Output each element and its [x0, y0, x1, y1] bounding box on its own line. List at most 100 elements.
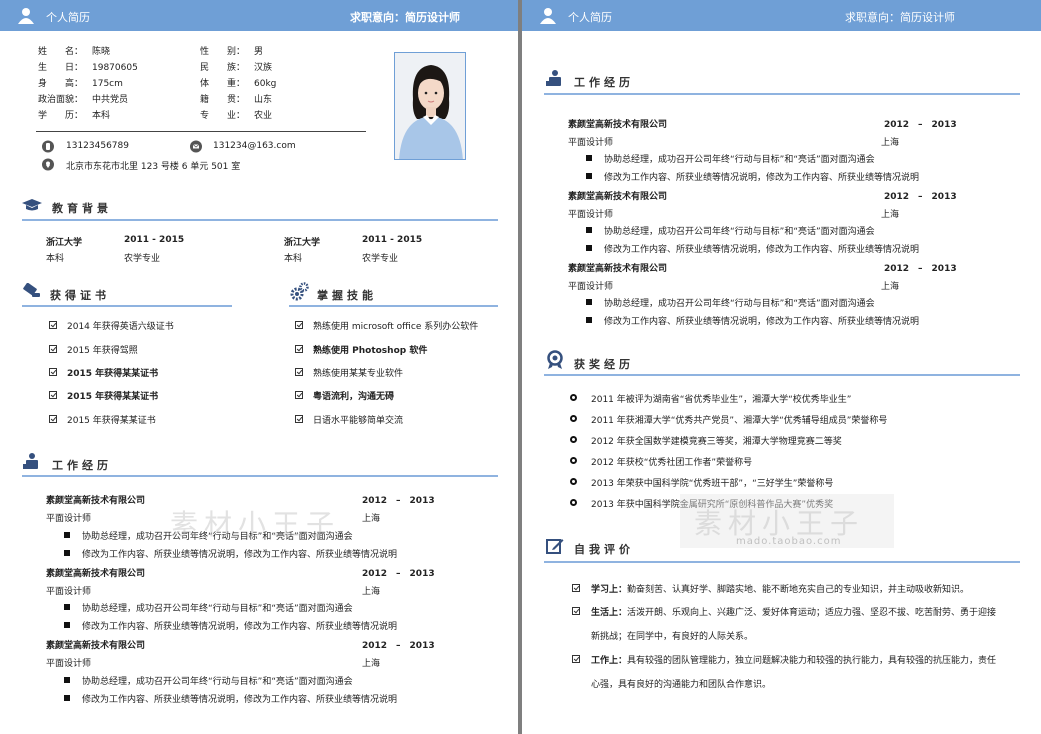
- work-position: 平面设计师: [46, 587, 92, 597]
- bullet-icon: [64, 550, 70, 556]
- info-name: 姓 名： 陈晓: [38, 47, 111, 57]
- info-gender: 性 别：男: [200, 47, 264, 57]
- work-city: 上海: [881, 282, 900, 292]
- work-bullet: 修改为工作内容、所获业绩等情况说明，修改为工作内容、所获业绩等情况说明: [604, 317, 920, 327]
- skill-item: 熟练使用 Photoshop 软件: [313, 346, 428, 356]
- checkbox-icon: [572, 584, 580, 592]
- work-bullet: 修改为工作内容、所获业绩等情况说明，修改为工作内容、所获业绩等情况说明: [604, 173, 920, 183]
- bullet-icon: [586, 227, 592, 233]
- work-city: 上海: [362, 514, 381, 524]
- header-bar: 个人简历 求职意向：简历设计师: [0, 0, 518, 31]
- work-company: 素颜堂高新技术有限公司: [568, 120, 668, 130]
- user-icon: [540, 8, 556, 24]
- graduation-cap-icon: [22, 199, 42, 211]
- award-item: 2012 年获校“优秀社团工作者”荣誉称号: [591, 458, 753, 468]
- info-weight: 体 重： 60kg: [200, 79, 277, 89]
- award-item: 2011 年被评为湖南省“省优秀毕业生”，湘潭大学“校优秀毕业生”: [591, 395, 852, 405]
- medal-icon: [547, 350, 563, 369]
- edu-school: 浙江大学: [46, 238, 83, 248]
- work-period: 2012 – 2013: [884, 264, 957, 274]
- user-icon: [18, 8, 34, 24]
- checkbox-icon: [49, 368, 57, 376]
- work-company: 素颜堂高新技术有限公司: [46, 569, 146, 579]
- checkbox-icon: [295, 415, 303, 423]
- info-hometown: 籍 贯： 山东: [200, 95, 273, 105]
- watermark-url: mado.taobao.com: [736, 536, 842, 547]
- location-icon: [42, 158, 54, 171]
- header-title: 个人简历: [568, 11, 612, 24]
- work-position: 平面设计师: [568, 210, 614, 220]
- checkbox-icon: [49, 321, 57, 329]
- education-title: 教育背景: [52, 202, 112, 215]
- job-objective: 求职意向：简历设计师: [350, 11, 460, 24]
- bullet-icon: [64, 695, 70, 701]
- checkbox-icon: [295, 368, 303, 376]
- briefcase-person-icon: [23, 453, 38, 469]
- certificate-item: 2015 年获得某某证书: [67, 392, 159, 402]
- email-icon: [190, 140, 202, 153]
- gears-icon: [290, 282, 309, 301]
- certificate-item: 2014 年获得英语六级证书: [67, 322, 174, 332]
- skill-item: 日语水平能够简单交流: [313, 416, 404, 426]
- work-period: 2012 – 2013: [884, 120, 957, 130]
- checkbox-icon: [295, 321, 303, 329]
- bullet-icon: [586, 173, 592, 179]
- header-bar: 个人简历 求职意向：简历设计师: [522, 0, 1041, 31]
- bullet-icon: [64, 622, 70, 628]
- skill-item: 熟练使用 microsoft office 系列办公软件: [313, 322, 479, 332]
- work-company: 素颜堂高新技术有限公司: [568, 264, 668, 274]
- bullet-icon: [64, 532, 70, 538]
- work-bullet: 协助总经理，成功召开公司年终“行动与目标”和“亮话”面对面沟通会: [604, 299, 875, 309]
- certificate-item: 2015 年获得驾照: [67, 346, 138, 356]
- work-bullet: 修改为工作内容、所获业绩等情况说明，修改为工作内容、所获业绩等情况说明: [82, 550, 398, 560]
- phone-number: 13123456789: [66, 141, 129, 151]
- edit-icon: [546, 539, 564, 554]
- checkbox-icon: [49, 415, 57, 423]
- self-eval-text: 新挑战；在同学中，有良好的人际关系。: [591, 632, 754, 642]
- profile-photo: [394, 52, 466, 160]
- info-major: 专 业： 农业: [200, 111, 273, 121]
- edu-major: 农学专业: [124, 254, 161, 264]
- briefcase-person-icon: [546, 70, 561, 86]
- edu-years: 2011 - 2015: [124, 235, 185, 245]
- work-divider: [22, 475, 498, 477]
- resume-page-1: 个人简历 求职意向：简历设计师 姓 名： 陈晓 生 日： 19870605 身 高：…: [0, 0, 518, 734]
- phone-icon: [42, 140, 54, 153]
- work-position: 平面设计师: [568, 282, 614, 292]
- email-address: 131234@163.com: [213, 141, 296, 151]
- award-item: 2011 年获湘潭大学“优秀共产党员”、湘潭大学“优秀辅导组成员”荣誉称号: [591, 416, 888, 426]
- edu-degree: 本科: [284, 254, 303, 264]
- checkbox-icon: [572, 655, 580, 663]
- watermark: 素材小王子: [170, 508, 341, 541]
- work-company: 素颜堂高新技术有限公司: [46, 496, 146, 506]
- work-position: 平面设计师: [46, 514, 92, 524]
- certificates-title: 获得证书: [50, 289, 110, 302]
- work-bullet: 协助总经理，成功召开公司年终“行动与目标”和“亮话”面对面沟通会: [82, 604, 353, 614]
- certificate-icon: [23, 283, 40, 297]
- info-birthday: 生 日： 19870605: [38, 63, 138, 73]
- bullet-icon: [586, 245, 592, 251]
- edu-years: 2011 - 2015: [362, 235, 423, 245]
- certificate-item: 2015 年获得某某证书: [67, 369, 159, 379]
- bullet-icon: [586, 299, 592, 305]
- work-position: 平面设计师: [568, 138, 614, 148]
- info-divider: [36, 131, 366, 132]
- self-eval-text: 勤奋刻苦、认真好学、脚踏实地、能不断地充实自己的专业知识，并主动吸收新知识。: [627, 585, 970, 595]
- work-bullet: 修改为工作内容、所获业绩等情况说明，修改为工作内容、所获业绩等情况说明: [82, 695, 398, 705]
- edu-major: 农学专业: [362, 254, 399, 264]
- bullet-icon: [64, 677, 70, 683]
- work-bullet: 修改为工作内容、所获业绩等情况说明，修改为工作内容、所获业绩等情况说明: [82, 622, 398, 632]
- work-title: 工作经历: [52, 459, 112, 472]
- header-title: 个人简历: [46, 11, 90, 24]
- work-bullet: 协助总经理，成功召开公司年终“行动与目标”和“亮话”面对面沟通会: [604, 227, 875, 237]
- work-company: 素颜堂高新技术有限公司: [46, 641, 146, 651]
- bullet-icon: [64, 604, 70, 610]
- checkbox-icon: [49, 391, 57, 399]
- award-item: 2013 年荣获中国科学院“优秀班干部”，“三好学生”荣誉称号: [591, 479, 834, 489]
- skills-title: 掌握技能: [317, 289, 377, 302]
- address: 北京市东花市北里 123 号楼 6 单元 501 室: [66, 162, 241, 172]
- checkbox-icon: [295, 391, 303, 399]
- self-eval-label: 生活上：: [591, 608, 628, 618]
- work-city: 上海: [881, 210, 900, 220]
- bullet-icon: [586, 155, 592, 161]
